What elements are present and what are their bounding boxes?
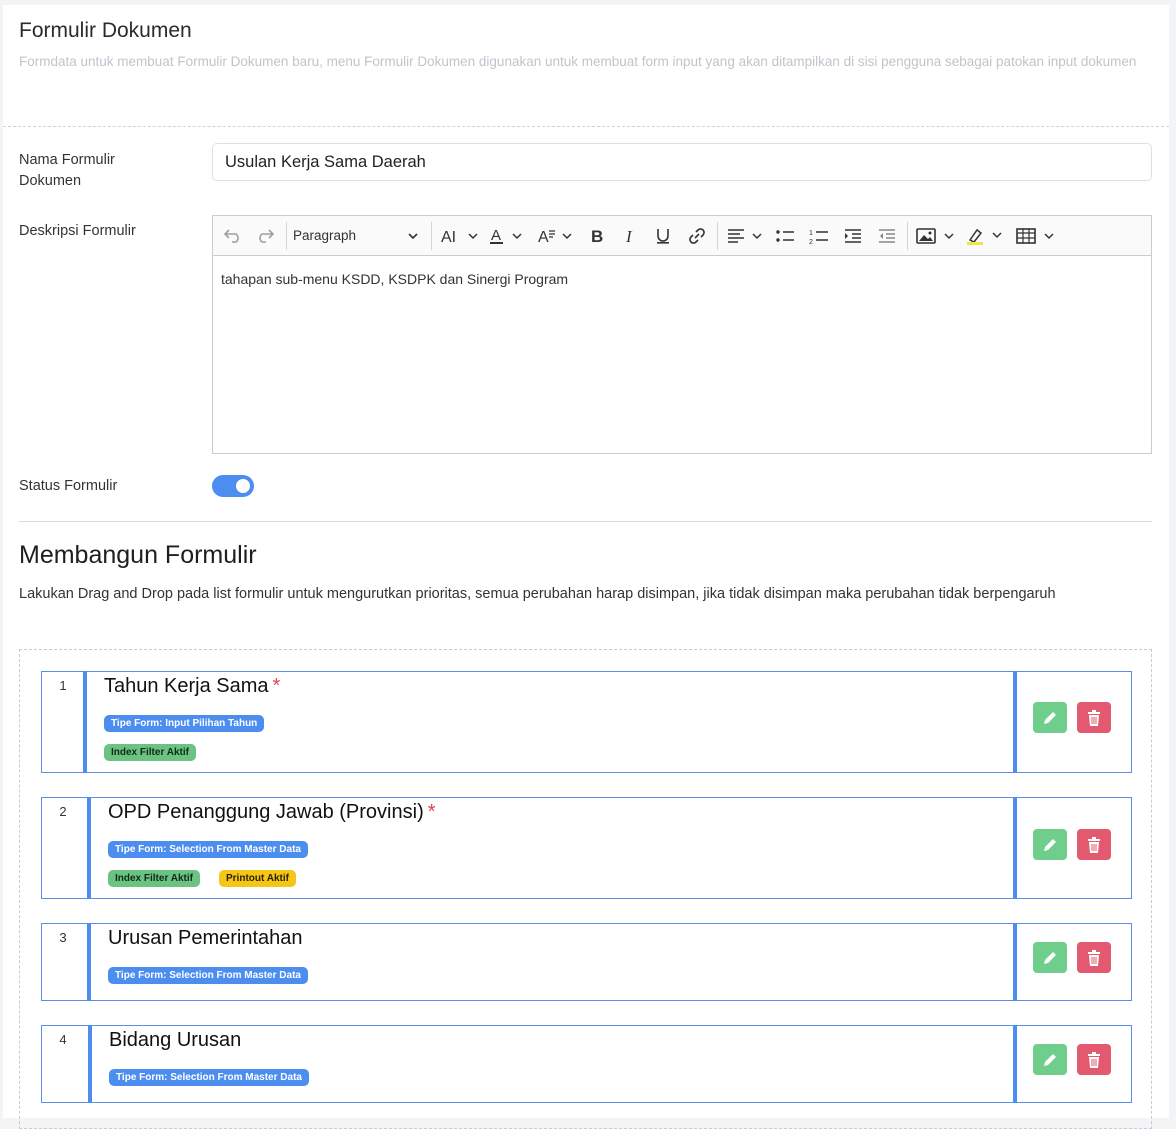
drag-handle-bar[interactable] — [87, 797, 91, 899]
svg-text:I: I — [625, 227, 633, 245]
rich-text-editor: Paragraph AI A A B I 1 2 tahapan sub-men… — [212, 215, 1152, 454]
chevron-down-icon — [407, 224, 419, 256]
list-item[interactable]: 2 OPD Penanggung Jawab (Provinsi) * Tipe … — [41, 797, 1132, 899]
name-label: Nama Formulir Dokumen — [19, 152, 115, 189]
delete-button[interactable] — [1077, 829, 1111, 860]
item-number: 3 — [59, 930, 67, 945]
description-label: Deskripsi Formulir — [19, 223, 136, 239]
form-name-input[interactable]: Usulan Kerja Sama Daerah — [212, 143, 1152, 181]
status-toggle[interactable] — [212, 475, 254, 497]
svg-text:2: 2 — [809, 239, 813, 245]
paragraph-dropdown[interactable]: Paragraph — [293, 224, 423, 248]
numbered-list-icon[interactable]: 12 — [807, 224, 831, 248]
table-icon[interactable] — [1015, 224, 1059, 248]
required-mark: * — [427, 801, 436, 823]
pencil-icon — [1044, 838, 1056, 851]
svg-text:A: A — [491, 227, 501, 244]
paragraph-label: Paragraph — [293, 228, 357, 243]
list-item[interactable]: 4 Bidang Urusan Tipe Form: Selection Fro… — [41, 1025, 1132, 1103]
action-divider-bar — [1013, 671, 1017, 773]
pencil-icon — [1044, 1053, 1056, 1066]
builder-description: Lakukan Drag and Drop pada list formulir… — [19, 586, 1056, 602]
align-icon[interactable] — [725, 224, 765, 248]
bold-icon[interactable]: B — [585, 224, 609, 248]
form-type-badge: Tipe Form: Selection From Master Data — [108, 841, 308, 858]
required-mark: * — [272, 675, 281, 697]
page-title: Formulir Dokumen — [19, 19, 192, 42]
trash-icon — [1088, 709, 1100, 726]
svg-text:B: B — [591, 227, 603, 245]
index-filter-badge: Index Filter Aktif — [104, 744, 196, 761]
section-divider — [19, 521, 1152, 522]
undo-icon[interactable] — [221, 224, 245, 248]
action-divider-bar — [1013, 797, 1017, 899]
form-type-badge: Tipe Form: Input Pilihan Tahun — [104, 715, 265, 732]
editor-toolbar: Paragraph AI A A B I 1 2 — [213, 216, 1151, 256]
pencil-icon — [1044, 951, 1056, 964]
font-family-icon[interactable]: A — [535, 224, 575, 248]
pencil-icon — [1044, 711, 1056, 724]
drag-handle-bar[interactable] — [88, 1025, 92, 1103]
drag-handle-bar[interactable] — [83, 671, 87, 773]
page-subtitle: Formdata untuk membuat Formulir Dokumen … — [19, 54, 1137, 69]
edit-button[interactable] — [1033, 829, 1067, 860]
builder-title: Membangun Formulir — [19, 541, 257, 569]
form-type-badge: Tipe Form: Selection From Master Data — [108, 967, 308, 984]
trash-icon — [1088, 949, 1100, 966]
italic-icon[interactable]: I — [618, 224, 642, 248]
underline-icon[interactable] — [651, 224, 675, 248]
action-divider-bar — [1013, 923, 1017, 1001]
list-item[interactable]: 1 Tahun Kerja Sama * Tipe Form: Input Pil… — [41, 671, 1132, 773]
edit-button[interactable] — [1033, 942, 1067, 973]
edit-button[interactable] — [1033, 702, 1067, 733]
item-number: 1 — [59, 678, 67, 693]
form-type-badge: Tipe Form: Selection From Master Data — [109, 1069, 309, 1086]
drag-handle-bar[interactable] — [87, 923, 91, 1001]
field-title: OPD Penanggung Jawab (Provinsi) * — [108, 801, 436, 823]
toolbar-separator — [907, 222, 908, 250]
field-title: Bidang Urusan — [109, 1029, 242, 1051]
trash-icon — [1088, 836, 1100, 853]
svg-text:AI: AI — [441, 229, 456, 246]
font-size-icon[interactable]: AI — [439, 224, 479, 248]
page-header: Formulir Dokumen Formdata untuk membuat … — [3, 5, 1169, 127]
highlight-icon[interactable] — [965, 224, 1009, 248]
field-title: Urusan Pemerintahan — [108, 927, 303, 949]
action-divider-bar — [1013, 1025, 1017, 1103]
toolbar-separator — [717, 222, 718, 250]
delete-button[interactable] — [1077, 1044, 1111, 1075]
image-icon[interactable] — [915, 224, 959, 248]
field-title: Tahun Kerja Sama * — [104, 675, 281, 697]
redo-icon[interactable] — [253, 224, 277, 248]
printout-badge: Printout Aktif — [219, 870, 296, 887]
form-card: Formulir Dokumen Formdata untuk membuat … — [3, 5, 1169, 1129]
indent-icon[interactable] — [841, 224, 865, 248]
edit-button[interactable] — [1033, 1044, 1067, 1075]
svg-text:1: 1 — [809, 230, 813, 237]
index-filter-badge: Index Filter Aktif — [108, 870, 200, 887]
toolbar-separator — [286, 222, 287, 250]
item-number: 4 — [59, 1032, 67, 1047]
svg-text:A: A — [538, 229, 549, 246]
bulleted-list-icon[interactable] — [773, 224, 797, 248]
status-label: Status Formulir — [19, 478, 118, 494]
form-builder-list: 1 Tahun Kerja Sama * Tipe Form: Input Pil… — [19, 649, 1152, 1129]
font-color-icon[interactable]: A — [487, 224, 527, 248]
trash-icon — [1088, 1051, 1100, 1068]
editor-content[interactable]: tahapan sub-menu KSDD, KSDPK dan Sinergi… — [221, 271, 568, 287]
link-icon[interactable] — [685, 224, 709, 248]
toggle-knob — [236, 479, 250, 493]
delete-button[interactable] — [1077, 702, 1111, 733]
delete-button[interactable] — [1077, 942, 1111, 973]
list-item[interactable]: 3 Urusan Pemerintahan Tipe Form: Selecti… — [41, 923, 1132, 1001]
outdent-icon[interactable] — [875, 224, 899, 248]
toolbar-separator — [431, 222, 432, 250]
item-number: 2 — [59, 804, 67, 819]
